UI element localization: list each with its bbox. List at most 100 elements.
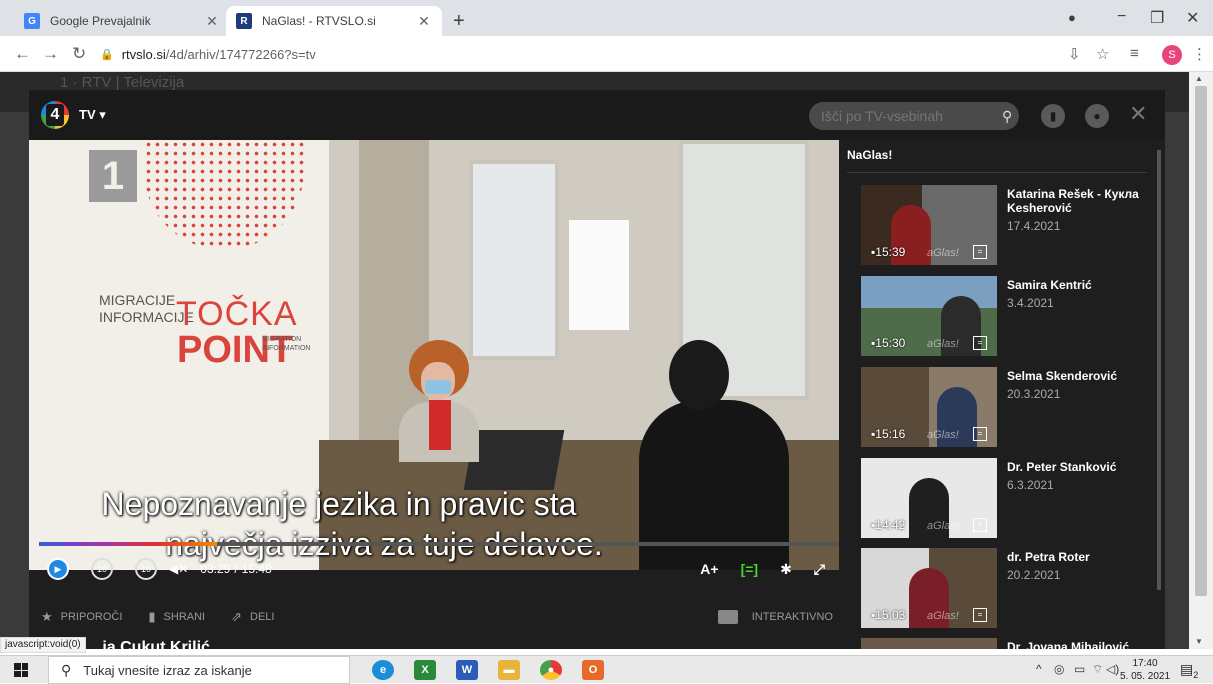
tv-search-box: ⚲ [809,102,1019,130]
browser-menu-icon[interactable]: ⋮ [1192,45,1207,63]
episode-name: Dr. Jovana Mihajlović [1007,640,1130,649]
save-label: SHRANI [163,611,206,623]
tab-naglas[interactable]: R NaGlas! - RTVSLO.si ✕ [226,6,442,36]
star-icon: ★ [41,609,53,624]
office-app-icon[interactable]: O [582,660,604,680]
progress-bar[interactable] [39,542,839,546]
bookmarks-icon[interactable]: ▮ [1041,104,1065,128]
rtv-4d-logo[interactable]: 4 [41,101,69,129]
interactive-button[interactable]: INTERAKTIVNO [717,602,833,632]
duration: ▪15:30 [871,336,906,350]
list-item[interactable]: ▪15:16 aGlas! = Selma Skenderović 20.3.2… [847,367,1147,447]
episode-thumbnail[interactable]: ▪15:16 aGlas! = [861,367,997,447]
video-window [469,160,559,360]
fullscreen-icon[interactable]: ⤢ [814,561,825,578]
dot-pattern [144,140,304,250]
share-label: DELI [250,611,275,623]
close-tab-icon[interactable]: ✕ [416,13,432,30]
forward-10-icon[interactable]: 10 [135,558,157,580]
list-item[interactable]: ▪15:30 aGlas! = Samira Kentrić 3.4.2021 [847,276,1147,356]
scrollbar-thumb[interactable] [1195,86,1207,596]
tv-search-input[interactable] [821,108,1002,124]
volume-mute-icon[interactable]: ◀✕ [169,562,188,576]
taskbar-clock[interactable]: 17:40 5. 05. 2021 [1120,657,1170,683]
tray-chevron-icon[interactable]: ^ [1036,662,1042,676]
list-item[interactable]: ▪14:42 aGlas! = Dr. Peter Stanković 6.3.… [847,458,1147,538]
subtitles-badge-icon: = [973,336,987,350]
rtv-favicon-icon: R [236,13,252,29]
taskbar-search[interactable]: ⚲ Tukaj vnesite izraz za iskanje [48,656,350,684]
save-button[interactable]: ▮ SHRANI [148,609,205,625]
notification-count: 2 [1193,669,1199,680]
close-tab-icon[interactable]: ✕ [204,13,220,30]
close-window-button[interactable]: ✕ [1186,8,1199,28]
notification-icon[interactable]: ▤2 [1180,661,1198,680]
file-explorer-icon[interactable]: ▬ [498,660,520,680]
tab-google-translate[interactable]: G Google Prevajalnik ✕ [14,6,230,36]
list-item[interactable]: Dr. Jovana Mihajlović [847,638,1147,649]
episode-name: Katarina Rešek - Кукла Kesherović [1007,187,1139,215]
rewind-10-icon[interactable]: 10 [91,558,113,580]
new-tab-button[interactable]: + [453,10,465,33]
text-size-button[interactable]: A+ [700,561,718,577]
duration: ▪15:16 [871,427,906,441]
playlist-title: NaGlas! [847,148,893,162]
search-icon[interactable]: ⚲ [1002,108,1012,125]
forward-icon[interactable]: → [42,44,59,64]
subtitles-badge-icon: = [973,427,987,441]
recommend-button[interactable]: ★ PRIPOROČI [41,609,122,625]
chrome-icon[interactable]: ● [540,660,562,680]
episode-thumbnail[interactable] [861,638,997,649]
edge-icon[interactable]: e [372,660,394,680]
playlist-scrollbar[interactable] [1157,150,1161,590]
episode-name: Dr. Peter Stanković [1007,460,1117,474]
battery-icon[interactable]: ▭ [1074,662,1085,676]
tray-app-icon[interactable]: ◎ [1054,662,1064,676]
video-frame[interactable]: 1 MIGRACIJE INFORMACIJE TOČKA POINT MIGR… [29,140,839,570]
share-button[interactable]: ⇗ DELI [231,609,274,625]
reading-list-icon[interactable]: ≡ [1130,45,1139,62]
episode-date: 20.3.2021 [1007,387,1061,401]
user-icon[interactable]: ● [1085,104,1109,128]
action-bar: ★ PRIPOROČI ▮ SHRANI ⇗ DELI INTERAKTIVNO [29,602,849,632]
windows-start-icon[interactable] [14,663,28,677]
browser-tab-bar: G Google Prevajalnik ✕ R NaGlas! - RTVSL… [0,0,1213,36]
install-app-icon[interactable]: ⇩ [1068,45,1081,63]
maximize-button[interactable]: ❐ [1150,8,1164,28]
profile-avatar[interactable]: S [1162,45,1182,65]
scroll-down-icon[interactable]: ▼ [1195,637,1203,646]
list-item[interactable]: ▪15:39 aGlas! = Katarina Rešek - Кукла K… [847,185,1147,265]
word-icon[interactable]: W [456,660,478,680]
episode-thumbnail[interactable]: ▪15:39 aGlas! = [861,185,997,265]
page-scrollbar[interactable]: ▲ ▼ [1189,72,1213,649]
episode-title: ...ia Cukut Krilić [89,639,210,649]
back-icon[interactable]: ← [14,44,31,64]
bookmark-star-icon[interactable]: ☆ [1096,45,1109,63]
reload-icon[interactable]: ↻ [72,44,86,64]
volume-icon[interactable]: ◁) [1106,662,1119,676]
channel-number: 1 [89,150,137,202]
wifi-icon[interactable]: ⌔ [1092,662,1103,677]
episode-date: 6.3.2021 [1007,478,1054,492]
list-item[interactable]: ▪15:03 aGlas! = dr. Petra Roter 20.2.202… [847,548,1147,628]
episode-thumbnail[interactable]: ▪15:03 aGlas! = [861,548,997,628]
excel-icon[interactable]: X [414,660,436,680]
time-separator: / [234,562,238,576]
episode-date: 20.2.2021 [1007,568,1061,582]
episode-thumbnail[interactable]: ▪15:30 aGlas! = [861,276,997,356]
url-field[interactable]: 🔒 rtvslo.si/4d/arhiv/174772266?s=tv [100,41,1080,67]
subtitles-button[interactable]: [=] [741,561,759,577]
scroll-up-icon[interactable]: ▲ [1195,74,1203,83]
profile-menu-icon[interactable]: ● [1068,10,1076,25]
taskbar-search-placeholder: Tukaj vnesite izraz za iskanje [83,662,252,678]
play-icon[interactable]: ▶ [47,558,69,580]
poster-text-en: MIGRATION INFORMATION [262,335,310,353]
settings-gear-icon[interactable]: ✱ [780,561,792,578]
minimize-button[interactable]: − [1117,8,1126,26]
poster-line-en: MIGRATION [262,336,302,343]
section-dropdown[interactable]: TV ▾ [79,107,106,123]
close-player-icon[interactable]: ✕ [1129,101,1147,127]
episode-thumbnail[interactable]: ▪14:42 aGlas! = [861,458,997,538]
time-total: 15:48 [241,562,272,576]
video-poster [569,220,629,330]
